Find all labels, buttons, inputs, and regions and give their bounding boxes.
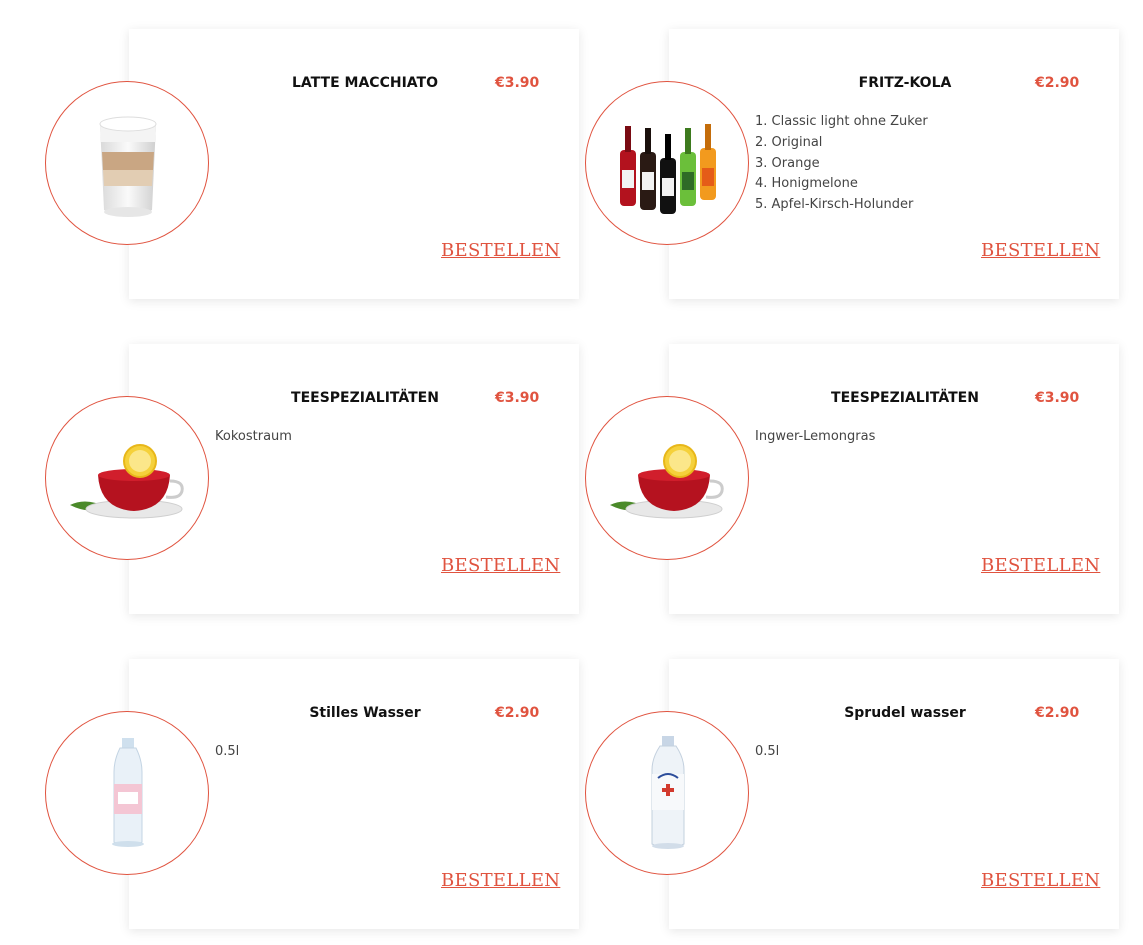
list-item: 3. Orange (755, 155, 820, 171)
latte-macchiato-image (45, 81, 209, 245)
order-button[interactable]: BESTELLEN (981, 555, 1100, 576)
product-description: Kokostraum (215, 429, 292, 444)
still-water-bottle-image (45, 711, 209, 875)
order-button[interactable]: BESTELLEN (441, 555, 560, 576)
list-item: 2. Original (755, 134, 823, 150)
product-price: €2.90 (1035, 705, 1080, 721)
fritz-kola-bottles-image (585, 81, 749, 245)
order-button[interactable]: BESTELLEN (981, 870, 1100, 891)
product-price: €3.90 (495, 390, 540, 406)
product-description: 0.5l (755, 744, 780, 759)
list-item: 5. Apfel-Kirsch-Holunder (755, 197, 914, 213)
order-button[interactable]: BESTELLEN (441, 870, 560, 891)
product-description: Ingwer-Lemongras (755, 429, 876, 444)
product-price: €2.90 (495, 705, 540, 721)
order-button[interactable]: BESTELLEN (441, 240, 560, 261)
list-item: 4. Honigmelone (755, 176, 858, 192)
tea-cup-image (45, 396, 209, 560)
product-price: €3.90 (1035, 390, 1080, 406)
flavor-list: 1. Classic light ohne Zuker 2. Original … (755, 112, 928, 216)
product-description: 0.5l (215, 744, 240, 759)
tea-cup-image (585, 396, 749, 560)
list-item: 1. Classic light ohne Zuker (755, 114, 928, 129)
product-price: €2.90 (1035, 75, 1080, 91)
order-button[interactable]: BESTELLEN (981, 240, 1100, 261)
sparkling-water-bottle-image (585, 711, 749, 875)
product-price: €3.90 (495, 75, 540, 91)
